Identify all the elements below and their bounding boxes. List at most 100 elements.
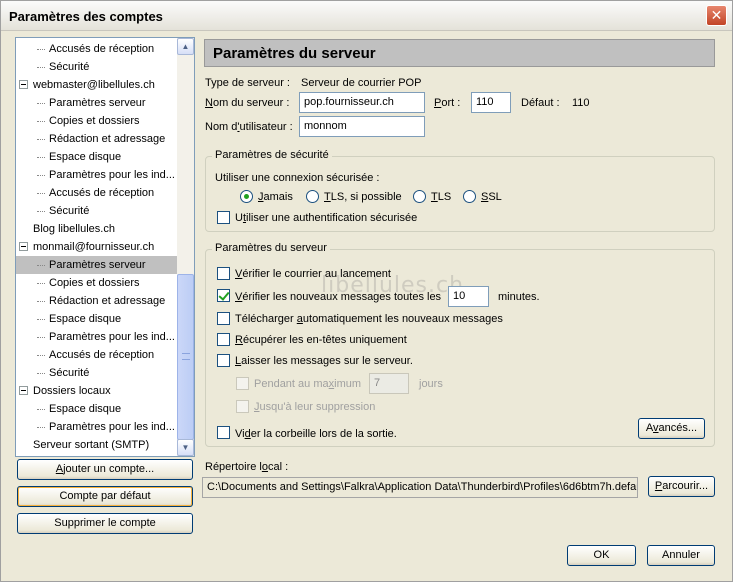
leave-on-server-label: Laisser les messages sur le serveur.: [235, 355, 413, 367]
close-icon[interactable]: ✕: [706, 5, 727, 26]
tree-item[interactable]: Espace disque: [16, 310, 178, 328]
tree-item[interactable]: Copies et dossiers: [16, 112, 178, 130]
tree-connector: [37, 67, 45, 68]
tree-item[interactable]: Espace disque: [16, 400, 178, 418]
local-directory-field[interactable]: C:\Documents and Settings\Falkra\Applica…: [202, 477, 638, 498]
scroll-down-icon[interactable]: ▼: [177, 439, 194, 456]
secure-auth-label: Utiliser une authentification sécurisée: [235, 212, 418, 224]
tree-item[interactable]: Sécurité: [16, 364, 178, 382]
port-input[interactable]: 110: [471, 92, 511, 113]
radio-never-label: Jamais: [258, 191, 293, 203]
tree-item[interactable]: Paramètres serveur: [16, 94, 178, 112]
server-type-value: Serveur de courrier POP: [301, 77, 422, 89]
tree-item[interactable]: Sécurité: [16, 202, 178, 220]
tree-item[interactable]: Paramètres pour les ind...: [16, 166, 178, 184]
tree-connector: [37, 409, 45, 410]
until-delete-checkbox[interactable]: [236, 400, 249, 413]
tree-item-label: monmail@fournisseur.ch: [33, 241, 155, 253]
tree-connector: [37, 355, 45, 356]
add-account-button[interactable]: Ajouter un compte...: [17, 459, 193, 480]
radio-tls-if-possible-label: TLS, si possible: [324, 191, 402, 203]
check-on-start-checkbox[interactable]: [217, 267, 230, 280]
collapse-icon[interactable]: [19, 242, 28, 251]
tree-item-label: Espace disque: [49, 313, 122, 325]
tree-item[interactable]: Rédaction et adressage: [16, 130, 178, 148]
secure-connection-label: Utiliser une connexion sécurisée :: [215, 172, 380, 184]
tree-connector: [37, 139, 45, 140]
tree-item[interactable]: Paramètres pour les ind...: [16, 418, 178, 436]
tree-account[interactable]: monmail@fournisseur.ch: [16, 238, 178, 256]
keep-for-checkbox[interactable]: [236, 377, 249, 390]
tree-connector: [37, 373, 45, 374]
radio-never[interactable]: [240, 190, 253, 203]
radio-tls[interactable]: [413, 190, 426, 203]
panel-header: Paramètres du serveur: [204, 39, 715, 67]
ok-button[interactable]: OK: [567, 545, 636, 566]
account-settings-window: Paramètres des comptes ✕ Serveur sortant…: [0, 0, 733, 582]
headers-only-checkbox[interactable]: [217, 333, 230, 346]
tree-item-label: Espace disque: [49, 151, 122, 163]
tree-item[interactable]: Rédaction et adressage: [16, 292, 178, 310]
panel-title: Paramètres du serveur: [213, 45, 376, 62]
tree-connector: [37, 319, 45, 320]
tree-connector: [37, 157, 45, 158]
default-port-label: Défaut :: [521, 97, 560, 109]
browse-button[interactable]: Parcourir...: [648, 476, 715, 497]
radio-tls-label: TLS: [431, 191, 452, 203]
default-port-value: 110: [572, 97, 590, 109]
radio-ssl[interactable]: [463, 190, 476, 203]
check-interval-input[interactable]: 10: [448, 286, 489, 307]
tree-item-label: Copies et dossiers: [49, 277, 140, 289]
tree-item[interactable]: Paramètres pour les ind...: [16, 328, 178, 346]
tree-account[interactable]: webmaster@libellules.ch: [16, 76, 178, 94]
username-label: Nom d'utilisateur :: [205, 121, 293, 133]
secure-auth-checkbox[interactable]: [217, 211, 230, 224]
check-every-checkbox[interactable]: [217, 289, 230, 302]
tree-item[interactable]: Sécurité: [16, 58, 178, 76]
keep-days-input[interactable]: 7: [369, 373, 409, 394]
scroll-up-icon[interactable]: ▲: [177, 38, 194, 55]
server-name-input[interactable]: pop.fournisseur.ch: [299, 92, 425, 113]
tree-scrollbar[interactable]: ▲ ▼: [177, 38, 194, 456]
server-settings-group-title: Paramètres du serveur: [212, 242, 330, 254]
tree-connector: [37, 427, 45, 428]
tree-item[interactable]: Espace disque: [16, 148, 178, 166]
tree-item-label: Paramètres pour les ind...: [49, 169, 175, 181]
tree-account[interactable]: Dossiers locaux: [16, 382, 178, 400]
tree-account[interactable]: Blog libellules.ch: [16, 220, 178, 238]
auto-download-checkbox[interactable]: [217, 312, 230, 325]
tree-account[interactable]: Serveur sortant (SMTP): [16, 436, 178, 454]
tree-item-label: Sécurité: [49, 367, 90, 379]
tree-item-label: Sécurité: [49, 61, 90, 73]
tree-item-label: Paramètres serveur: [47, 258, 148, 272]
tree-connector: [37, 193, 45, 194]
tree-item[interactable]: Accusés de réception: [16, 184, 178, 202]
tree-item-label: Rédaction et adressage: [49, 295, 166, 307]
cancel-button[interactable]: Annuler: [647, 545, 715, 566]
delete-account-button[interactable]: Supprimer le compte: [17, 513, 193, 534]
tree-item-label: Sécurité: [49, 205, 90, 217]
default-account-button[interactable]: Compte par défaut: [17, 486, 193, 507]
advanced-button[interactable]: Avancés...: [638, 418, 705, 439]
keep-days-unit: jours: [419, 378, 443, 390]
auto-download-label: Télécharger automatiquement les nouveaux…: [235, 313, 503, 325]
server-name-label: Nom du serveur :: [205, 97, 290, 109]
account-tree[interactable]: Serveur sortant (SMTP) Paramètres pour le…: [15, 37, 195, 457]
title-bar[interactable]: Paramètres des comptes ✕: [1, 1, 732, 31]
tree-item-label: Espace disque: [49, 403, 122, 415]
radio-tls-if-possible[interactable]: [306, 190, 319, 203]
scroll-thumb[interactable]: [177, 274, 194, 440]
username-input[interactable]: monnom: [299, 116, 425, 137]
tree-item[interactable]: Paramètres serveur: [16, 256, 178, 274]
tree-item-label: Paramètres serveur: [49, 97, 146, 109]
empty-trash-checkbox[interactable]: [217, 426, 230, 439]
tree-item[interactable]: Copies et dossiers: [16, 274, 178, 292]
collapse-icon[interactable]: [19, 80, 28, 89]
collapse-icon[interactable]: [19, 386, 28, 395]
tree-item-label: webmaster@libellules.ch: [33, 79, 155, 91]
tree-item[interactable]: Accusés de réception: [16, 346, 178, 364]
tree-item-label: Dossiers locaux: [33, 385, 111, 397]
leave-on-server-checkbox[interactable]: [217, 354, 230, 367]
tree-item[interactable]: Accusés de réception: [16, 40, 178, 58]
tree-item-label: Paramètres pour les ind...: [49, 331, 175, 343]
